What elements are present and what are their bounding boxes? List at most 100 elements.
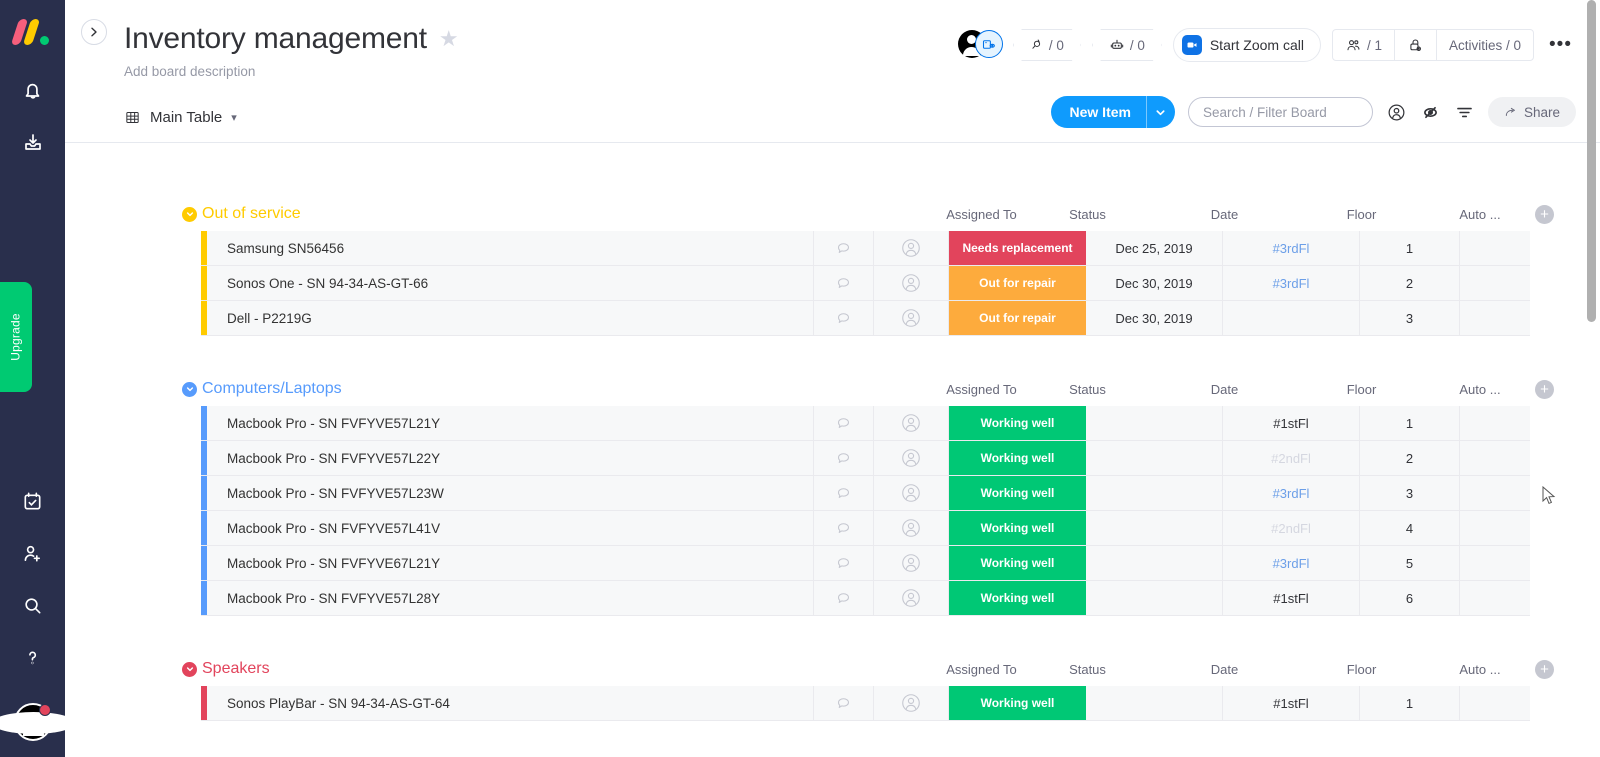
column-header[interactable]: Assigned To [944, 207, 1019, 222]
assigned-to-cell[interactable] [874, 266, 949, 300]
date-cell[interactable] [1086, 546, 1223, 580]
item-name[interactable]: Sonos One - SN 94-34-AS-GT-66 [207, 266, 814, 300]
floor-cell[interactable]: #1stFl [1223, 686, 1360, 720]
floor-cell[interactable] [1223, 301, 1360, 335]
auto-number-cell[interactable]: 3 [1360, 301, 1460, 335]
date-cell[interactable]: Dec 25, 2019 [1086, 231, 1223, 265]
status-badge[interactable]: Out for repair [949, 301, 1086, 335]
column-header[interactable]: Auto ... [1430, 382, 1530, 397]
assigned-to-cell[interactable] [874, 476, 949, 510]
status-badge[interactable]: Working well [949, 581, 1086, 615]
column-header[interactable]: Assigned To [944, 382, 1019, 397]
table-row[interactable]: Macbook Pro - SN FVFYVE57L41V Working wel… [201, 511, 1530, 546]
date-cell[interactable] [1086, 581, 1223, 615]
calendar-check-icon[interactable] [0, 475, 65, 527]
status-badge[interactable]: Working well [949, 441, 1086, 475]
auto-number-cell[interactable]: 4 [1360, 511, 1460, 545]
date-cell[interactable] [1086, 406, 1223, 440]
favorite-star-icon[interactable]: ★ [439, 28, 459, 50]
status-badge[interactable]: Working well [949, 476, 1086, 510]
item-name[interactable]: Macbook Pro - SN FVFYVE57L41V [207, 511, 814, 545]
column-header[interactable]: Status [1019, 207, 1156, 222]
upgrade-button[interactable]: Upgrade [0, 282, 32, 392]
date-cell[interactable]: Dec 30, 2019 [1086, 301, 1223, 335]
item-name[interactable]: Macbook Pro - SN FVFYVE67L21Y [207, 546, 814, 580]
status-badge[interactable]: Out for repair [949, 266, 1086, 300]
status-badge[interactable]: Working well [949, 686, 1086, 720]
group-title[interactable]: Speakers [202, 660, 270, 678]
auto-number-cell[interactable]: 1 [1360, 406, 1460, 440]
group-title[interactable]: Computers/Laptops [202, 380, 342, 398]
floor-cell[interactable]: #3rdFl [1223, 476, 1360, 510]
column-header[interactable]: Status [1019, 382, 1156, 397]
item-name[interactable]: Macbook Pro - SN FVFYVE57L28Y [207, 581, 814, 615]
group-collapse-icon[interactable] [182, 661, 197, 677]
item-chat-icon[interactable] [814, 476, 874, 510]
assigned-to-cell[interactable] [874, 686, 949, 720]
date-cell[interactable] [1086, 511, 1223, 545]
board-permissions-button[interactable] [1395, 30, 1437, 60]
assigned-to-cell[interactable] [874, 406, 949, 440]
auto-number-cell[interactable]: 6 [1360, 581, 1460, 615]
auto-number-cell[interactable]: 5 [1360, 546, 1460, 580]
date-cell[interactable] [1086, 476, 1223, 510]
item-chat-icon[interactable] [814, 406, 874, 440]
column-header[interactable]: Floor [1293, 662, 1430, 677]
status-badge[interactable]: Working well [949, 511, 1086, 545]
board-members-avatars[interactable] [957, 30, 1003, 60]
item-chat-icon[interactable] [814, 511, 874, 545]
user-avatar[interactable] [0, 703, 75, 741]
add-column-button[interactable]: + [1535, 380, 1554, 399]
sort-filter-icon[interactable] [1454, 102, 1475, 123]
item-name[interactable]: Samsung SN56456 [207, 231, 814, 265]
item-chat-icon[interactable] [814, 686, 874, 720]
column-header[interactable]: Auto ... [1430, 207, 1530, 222]
date-cell[interactable] [1086, 686, 1223, 720]
item-chat-icon[interactable] [814, 546, 874, 580]
table-row[interactable]: Macbook Pro - SN FVFYVE57L21Y Working wel… [201, 406, 1530, 441]
vertical-scrollbar[interactable] [1587, 0, 1596, 322]
column-header[interactable]: Floor [1293, 382, 1430, 397]
assigned-to-cell[interactable] [874, 546, 949, 580]
add-column-button[interactable]: + [1535, 660, 1554, 679]
auto-number-cell[interactable]: 3 [1360, 476, 1460, 510]
assigned-to-cell[interactable] [874, 301, 949, 335]
expand-sidebar-button[interactable] [81, 19, 107, 45]
floor-cell[interactable]: #2ndFl [1223, 441, 1360, 475]
eye-hidden-icon[interactable] [1420, 102, 1441, 123]
item-chat-icon[interactable] [814, 266, 874, 300]
floor-cell[interactable]: #1stFl [1223, 581, 1360, 615]
table-row[interactable]: Macbook Pro - SN FVFYVE57L23W Working wel… [201, 476, 1530, 511]
column-header[interactable]: Date [1156, 382, 1293, 397]
column-header[interactable]: Assigned To [944, 662, 1019, 677]
board-more-options-button[interactable]: ••• [1545, 35, 1576, 55]
table-row[interactable]: Sonos One - SN 94-34-AS-GT-66 Out for rep… [201, 266, 1530, 301]
column-header[interactable]: Floor [1293, 207, 1430, 222]
status-badge[interactable]: Needs replacement [949, 231, 1086, 265]
assigned-to-cell[interactable] [874, 581, 949, 615]
search-filter-board[interactable] [1187, 97, 1373, 127]
search-everything-button[interactable]: / 0 [1013, 29, 1081, 61]
group-title[interactable]: Out of service [202, 205, 301, 223]
new-item-button[interactable]: New Item [1050, 96, 1175, 128]
column-header[interactable]: Date [1156, 662, 1293, 677]
item-name[interactable]: Sonos PlayBar - SN 94-34-AS-GT-64 [207, 686, 814, 720]
item-name[interactable]: Dell - P2219G [207, 301, 814, 335]
floor-cell[interactable]: #1stFl [1223, 406, 1360, 440]
date-cell[interactable] [1086, 441, 1223, 475]
board-description[interactable]: Add board description [124, 64, 1576, 79]
floor-cell[interactable]: #3rdFl [1223, 231, 1360, 265]
activities-button[interactable]: Activities / 0 [1437, 30, 1533, 60]
help-icon[interactable] [0, 631, 65, 683]
monday-logo-icon[interactable] [10, 17, 53, 49]
assigned-to-cell[interactable] [874, 441, 949, 475]
column-header[interactable]: Date [1156, 207, 1293, 222]
floor-cell[interactable]: #3rdFl [1223, 546, 1360, 580]
floor-cell[interactable]: #2ndFl [1223, 511, 1360, 545]
group-collapse-icon[interactable] [182, 381, 197, 397]
table-row[interactable]: Macbook Pro - SN FVFYVE57L22Y Working wel… [201, 441, 1530, 476]
table-row[interactable]: Macbook Pro - SN FVFYVE57L28Y Working wel… [201, 581, 1530, 616]
search-icon[interactable] [0, 579, 65, 631]
item-name[interactable]: Macbook Pro - SN FVFYVE57L23W [207, 476, 814, 510]
new-item-dropdown-icon[interactable] [1145, 96, 1175, 128]
